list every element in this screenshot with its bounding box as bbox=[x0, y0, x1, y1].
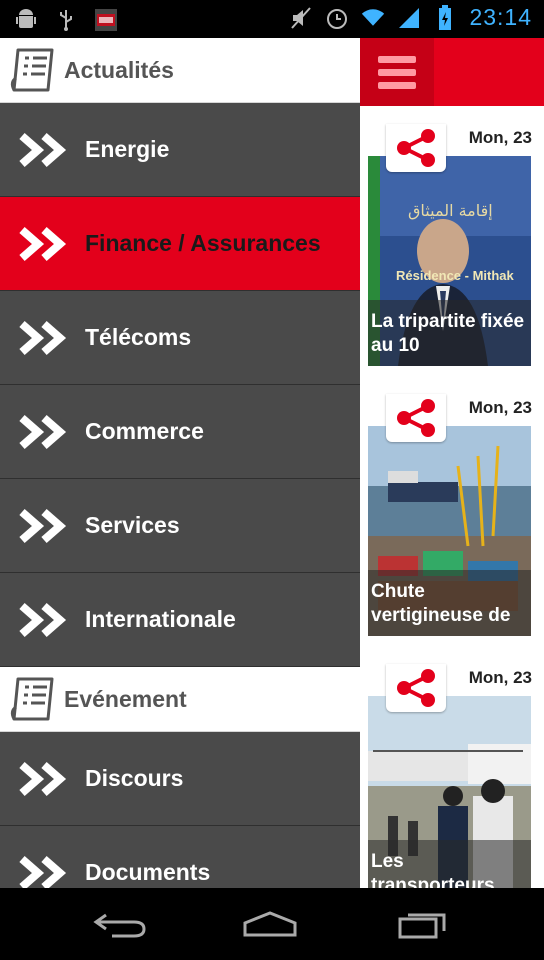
status-bar: 23:14 bbox=[0, 0, 544, 38]
menu-item-internationale[interactable]: Internationale bbox=[0, 573, 360, 667]
news-card[interactable]: Mon, 23 إقامة الميثاق Résidence - Mithak… bbox=[360, 106, 544, 378]
menu-item-label: Commerce bbox=[85, 418, 204, 444]
menu-item-energie[interactable]: Energie bbox=[0, 103, 360, 197]
share-button[interactable] bbox=[386, 394, 446, 442]
share-button[interactable] bbox=[386, 124, 446, 172]
menu-item-label: Energie bbox=[85, 136, 170, 162]
double-chevron-icon bbox=[19, 855, 67, 888]
news-thumbnail[interactable]: إقامة الميثاق Résidence - Mithak La trip… bbox=[368, 156, 531, 366]
double-chevron-icon bbox=[19, 320, 67, 355]
mute-icon bbox=[289, 5, 313, 31]
alarm-icon bbox=[325, 5, 349, 31]
menu-item-label: Services bbox=[85, 512, 180, 538]
card-caption: La tripartite fixée au 10 bbox=[368, 300, 531, 366]
image-sign-text: Résidence - Mithak bbox=[396, 268, 514, 283]
home-icon bbox=[243, 911, 297, 937]
svg-text:إقامة الميثاق: إقامة الميثاق bbox=[408, 201, 493, 220]
news-thumbnail[interactable]: Chute vertigineuse de bbox=[368, 426, 531, 636]
section-header-actualites: Actualités bbox=[0, 38, 360, 103]
share-icon bbox=[397, 669, 435, 707]
menu-item-label: Télécoms bbox=[85, 324, 192, 350]
menu-item-commerce[interactable]: Commerce bbox=[0, 385, 360, 479]
newspaper-icon bbox=[10, 48, 54, 92]
recent-apps-button[interactable] bbox=[392, 904, 452, 944]
share-icon bbox=[397, 129, 435, 167]
menu-icon bbox=[378, 55, 416, 63]
signal-icon bbox=[397, 5, 421, 31]
double-chevron-icon bbox=[19, 508, 67, 543]
system-navigation-bar bbox=[0, 888, 544, 960]
news-card[interactable]: Mon, 23 Chute vertigineuse de bbox=[360, 376, 544, 648]
card-date: Mon, 23 bbox=[468, 668, 532, 687]
section-header-evenement: Evénement bbox=[0, 667, 360, 732]
menu-item-label: Documents bbox=[85, 859, 211, 885]
menu-item-label: Finance / Assurances bbox=[85, 230, 321, 256]
back-icon bbox=[93, 913, 146, 938]
news-feed: Mon, 23 إقامة الميثاق Résidence - Mithak… bbox=[360, 38, 544, 888]
recent-apps-icon bbox=[398, 913, 446, 939]
share-button[interactable] bbox=[386, 664, 446, 712]
news-card[interactable]: Mon, 23 Les transporteurs bbox=[360, 646, 544, 888]
menu-item-label: Discours bbox=[85, 765, 184, 791]
menu-item-documents[interactable]: Documents bbox=[0, 826, 360, 888]
double-chevron-icon bbox=[19, 132, 67, 167]
newspaper-icon bbox=[10, 677, 54, 721]
share-icon bbox=[397, 399, 435, 437]
nrj-app-icon bbox=[94, 7, 118, 33]
navigation-drawer: Actualités Energie Finance / Assurances … bbox=[0, 38, 360, 888]
menu-toggle-button[interactable] bbox=[360, 38, 434, 106]
section-title: Evénement bbox=[64, 685, 187, 712]
card-caption: Les transporteurs bbox=[368, 840, 531, 888]
menu-item-finance-assurances[interactable]: Finance / Assurances bbox=[0, 197, 360, 291]
double-chevron-icon bbox=[19, 602, 67, 637]
android-debug-icon bbox=[14, 7, 38, 33]
menu-item-label: Internationale bbox=[85, 606, 236, 632]
menu-item-telecoms[interactable]: Télécoms bbox=[0, 291, 360, 385]
home-button[interactable] bbox=[240, 904, 300, 944]
double-chevron-icon bbox=[19, 414, 67, 449]
double-chevron-icon bbox=[19, 761, 67, 796]
wifi-icon bbox=[361, 5, 385, 31]
usb-icon bbox=[54, 7, 78, 33]
menu-item-services[interactable]: Services bbox=[0, 479, 360, 573]
double-chevron-icon bbox=[19, 226, 67, 261]
card-caption: Chute vertigineuse de bbox=[368, 570, 531, 636]
back-button[interactable] bbox=[90, 904, 150, 944]
battery-icon bbox=[433, 4, 457, 31]
card-date: Mon, 23 bbox=[468, 128, 532, 147]
card-date: Mon, 23 bbox=[468, 398, 532, 417]
section-title: Actualités bbox=[64, 56, 174, 83]
news-thumbnail[interactable]: Les transporteurs bbox=[368, 696, 531, 888]
menu-item-discours[interactable]: Discours bbox=[0, 732, 360, 826]
action-bar bbox=[360, 38, 544, 106]
clock: 23:14 bbox=[469, 4, 532, 30]
